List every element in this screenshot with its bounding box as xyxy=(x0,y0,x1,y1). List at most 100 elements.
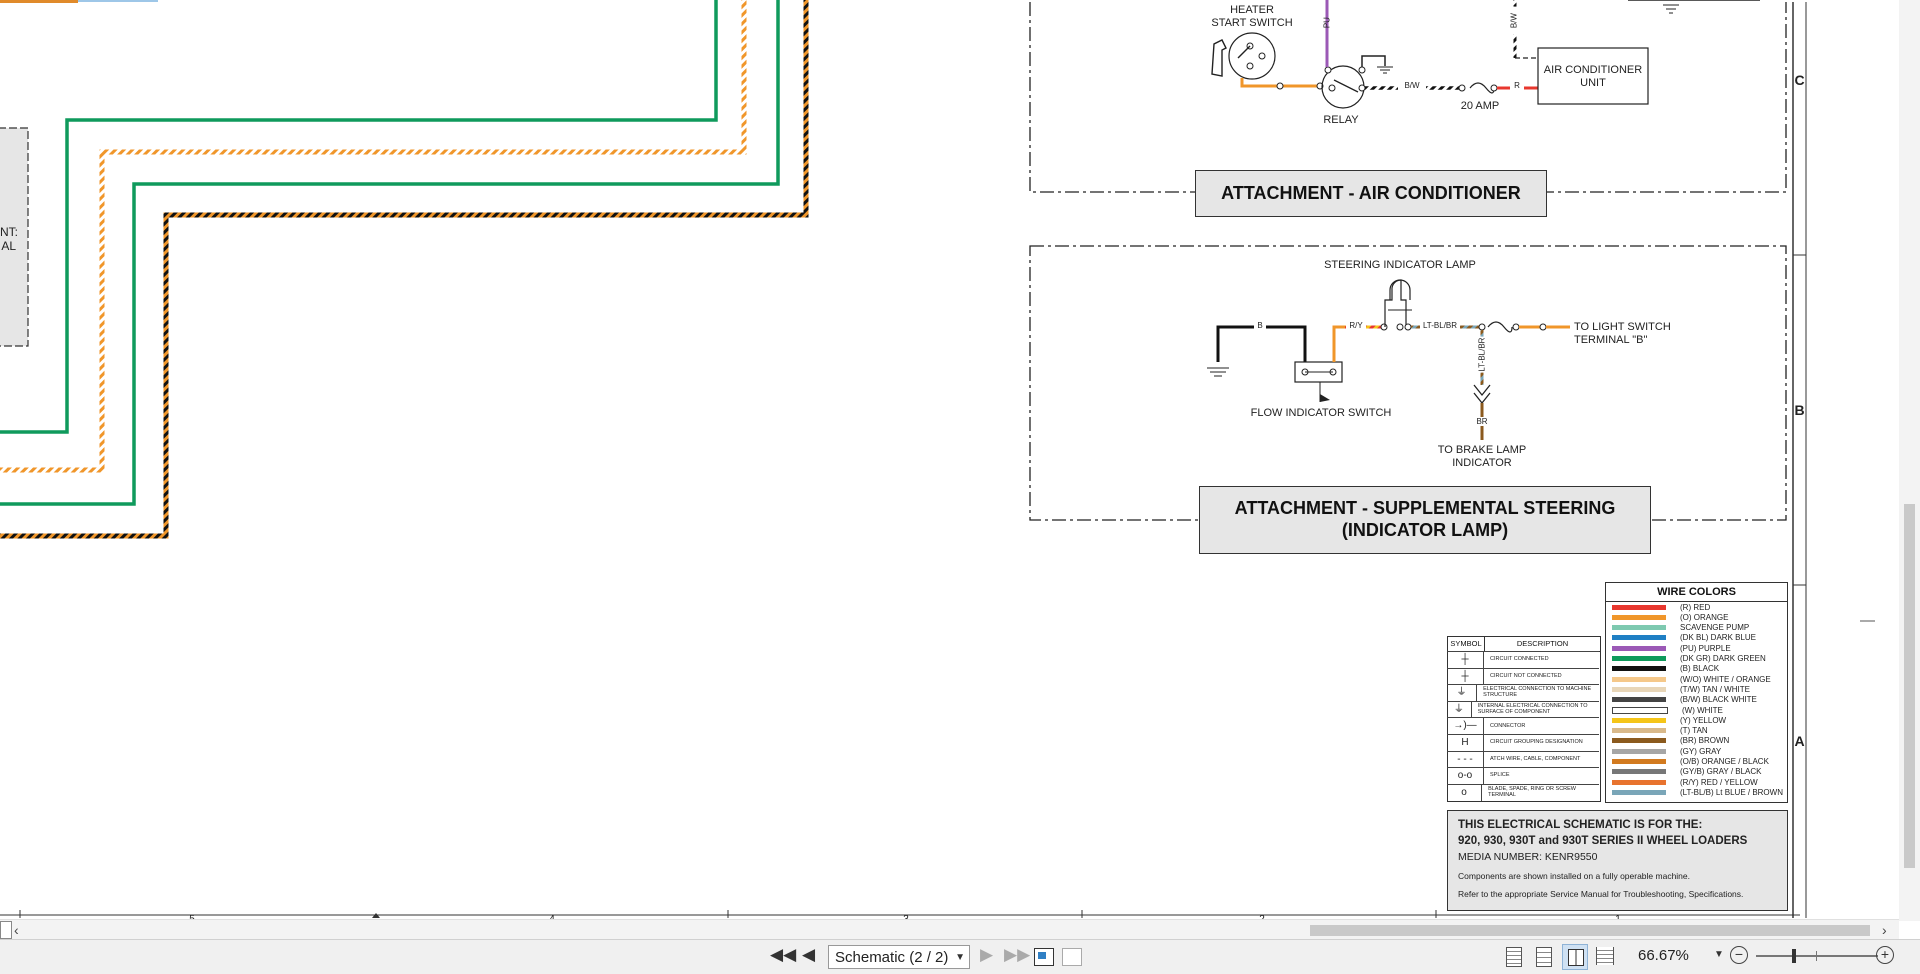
legend-symbol-icon: H xyxy=(1447,735,1484,751)
previous-page-icon[interactable]: ◀ xyxy=(802,944,815,966)
wire-color-row: (LT-BL/B) Lt BLUE / BROWN xyxy=(1606,787,1786,797)
zone-c-label: C xyxy=(1794,72,1805,88)
wire-color-label: (LT-BL/B) Lt BLUE / BROWN xyxy=(1680,787,1783,797)
chevron-down-icon: ▼ xyxy=(955,951,965,963)
wire-color-row: (BR) BROWN xyxy=(1606,736,1786,746)
legend-symbol-icon: ⏚ xyxy=(1447,685,1478,702)
info-line-1: THIS ELECTRICAL SCHEMATIC IS FOR THE: xyxy=(1458,819,1703,831)
top-tab-accent-blue xyxy=(78,0,158,2)
wire-color-label: (B/W) BLACK WHITE xyxy=(1680,695,1757,705)
legend-symbol-icon: ┼ xyxy=(1447,652,1484,668)
next-page-icon[interactable]: ▶ xyxy=(980,944,993,966)
wire-green-2 xyxy=(0,0,780,506)
ac-section-title: ATTACHMENT - AIR CONDITIONER xyxy=(1195,170,1547,217)
last-page-icon[interactable]: ▶▶ xyxy=(1004,944,1030,966)
horizontal-scrollbar[interactable]: ‹ › xyxy=(0,919,1899,940)
wire-color-label: (B) BLACK xyxy=(1680,664,1720,674)
wire-color-label: (DK GR) DARK GREEN xyxy=(1680,654,1766,663)
wire-pu-label: PU xyxy=(1322,17,1332,29)
wire-color-swatch xyxy=(1612,706,1668,714)
zoom-in-icon[interactable]: + xyxy=(1876,946,1894,964)
symbol-legend-row: - - - ATCH WIRE, CABLE, COMPONENT xyxy=(1447,750,1599,768)
wire-color-row: (GY) GRAY xyxy=(1606,746,1786,756)
legend-symbol-description: CIRCUIT CONNECTED xyxy=(1490,656,1549,663)
symbol-column-header: SYMBOL xyxy=(1448,637,1485,651)
first-page-icon[interactable]: ◀◀ xyxy=(770,944,796,966)
wire-color-swatch xyxy=(1612,614,1666,620)
continuous-view-icon[interactable] xyxy=(1596,947,1614,965)
info-line-5: Refer to the appropriate Service Manual … xyxy=(1458,889,1744,899)
vertical-scroll-thumb[interactable] xyxy=(1904,504,1915,868)
wire-color-label: (R) RED xyxy=(1680,602,1711,612)
wire-color-swatch xyxy=(1612,666,1666,672)
wire-color-swatch xyxy=(1612,789,1666,795)
connector-symbol xyxy=(1473,384,1491,405)
ac-section-border xyxy=(1029,2,1787,193)
info-line-2: 920, 930, 930T and 930T SERIES II WHEEL … xyxy=(1458,835,1748,847)
wire-color-label: (GY/B) GRAY / BLACK xyxy=(1680,767,1762,777)
legend-symbol-icon: o-o xyxy=(1447,768,1484,785)
wire-color-swatch xyxy=(1612,635,1666,641)
wire-color-row: (PU) PURPLE xyxy=(1606,643,1786,653)
relay-label: RELAY xyxy=(1323,114,1359,126)
wire-color-label: (GY) GRAY xyxy=(1680,746,1722,756)
book-view-icon[interactable] xyxy=(1562,944,1588,970)
wire-color-row: (GY/B) GRAY / BLACK xyxy=(1606,767,1786,777)
insert-page-icon[interactable] xyxy=(1034,948,1054,966)
ac-unit-label: AIR CONDITIONER UNIT xyxy=(1543,64,1643,89)
wire-r-label: R xyxy=(1510,81,1524,91)
scroll-left-arrow-icon[interactable]: ‹ xyxy=(14,920,19,940)
zoom-slider-thumb[interactable] xyxy=(1792,949,1796,963)
wire-color-swatch xyxy=(1612,686,1666,692)
zone-b-label: B xyxy=(1794,402,1805,418)
zoom-out-icon[interactable]: − xyxy=(1730,946,1748,964)
ground-relay xyxy=(1361,55,1386,67)
page-select-value: Schematic (2 / 2) xyxy=(835,948,949,966)
status-bar: ◀◀ ◀ Schematic (2 / 2) ▼ ▶ ▶▶ 66.67% ▼ −… xyxy=(0,939,1920,974)
wire-color-label: (R/Y) RED / YELLOW xyxy=(1680,777,1758,787)
symbol-legend-row: ┼ CIRCUIT NOT CONNECTED xyxy=(1447,667,1599,685)
wire-color-swatch xyxy=(1612,625,1666,631)
wire-color-swatch xyxy=(1612,748,1666,754)
wire-bw-label: B/W xyxy=(1398,81,1426,91)
legend-symbol-icon: - - - xyxy=(1447,751,1484,768)
heater-start-switch-symbol xyxy=(1211,32,1276,80)
top-tab-accent xyxy=(0,0,78,3)
zoom-level[interactable]: 66.67% xyxy=(1638,947,1689,964)
relay-symbol xyxy=(1321,65,1366,109)
wire-ry-label: R/Y xyxy=(1346,321,1366,331)
legend-symbol-icon: →)— xyxy=(1447,718,1484,735)
single-page-view-icon[interactable] xyxy=(1506,947,1522,967)
wire-color-row: (T) TAN xyxy=(1606,726,1786,736)
scroll-corner xyxy=(0,921,12,939)
wire-color-label: (BR) BROWN xyxy=(1680,736,1730,746)
legend-symbol-description: SPLICE xyxy=(1490,772,1510,779)
wire-black-steering xyxy=(1216,325,1307,362)
zoom-slider[interactable] xyxy=(1756,949,1878,963)
wire-color-swatch xyxy=(1612,738,1666,744)
wire-color-row: (B) BLACK xyxy=(1606,664,1786,674)
scroll-right-arrow-icon[interactable]: › xyxy=(1882,920,1887,940)
flow-switch-label: FLOW INDICATOR SWITCH xyxy=(1250,407,1392,419)
wire-color-row: (T/W) TAN / WHITE xyxy=(1606,684,1786,694)
multi-page-view-icon[interactable] xyxy=(1536,947,1552,967)
wire-ltblbr-label: LT-BL/BR xyxy=(1420,321,1460,331)
fuse-label: 20 AMP xyxy=(1460,100,1500,112)
wire-color-row: (W/O) WHITE / ORANGE xyxy=(1606,674,1786,684)
info-line-4: Components are shown installed on a full… xyxy=(1458,871,1690,881)
symbol-legend-row: o-o SPLICE xyxy=(1447,767,1599,785)
symbol-legend-row: ⏚ ELECTRICAL CONNECTION TO MACHINE STRUCT… xyxy=(1447,684,1599,702)
zoom-dropdown-icon[interactable]: ▼ xyxy=(1714,949,1724,960)
horizontal-scroll-thumb[interactable] xyxy=(1310,925,1870,936)
wire-orange-black-1 xyxy=(0,0,809,539)
steering-lamp-symbol xyxy=(1384,279,1412,327)
wire-color-label: (O/B) ORANGE / BLACK xyxy=(1680,757,1769,766)
page-select[interactable]: Schematic (2 / 2) ▼ xyxy=(828,945,970,969)
delete-page-icon[interactable] xyxy=(1062,948,1082,966)
vertical-scrollbar[interactable] xyxy=(1899,0,1920,921)
steering-section-border xyxy=(1029,245,1787,521)
legend-symbol-description: CONNECTOR xyxy=(1490,722,1526,729)
wire-color-swatch xyxy=(1612,769,1666,775)
wire-color-swatch xyxy=(1612,656,1666,661)
wire-color-swatch xyxy=(1612,676,1666,682)
